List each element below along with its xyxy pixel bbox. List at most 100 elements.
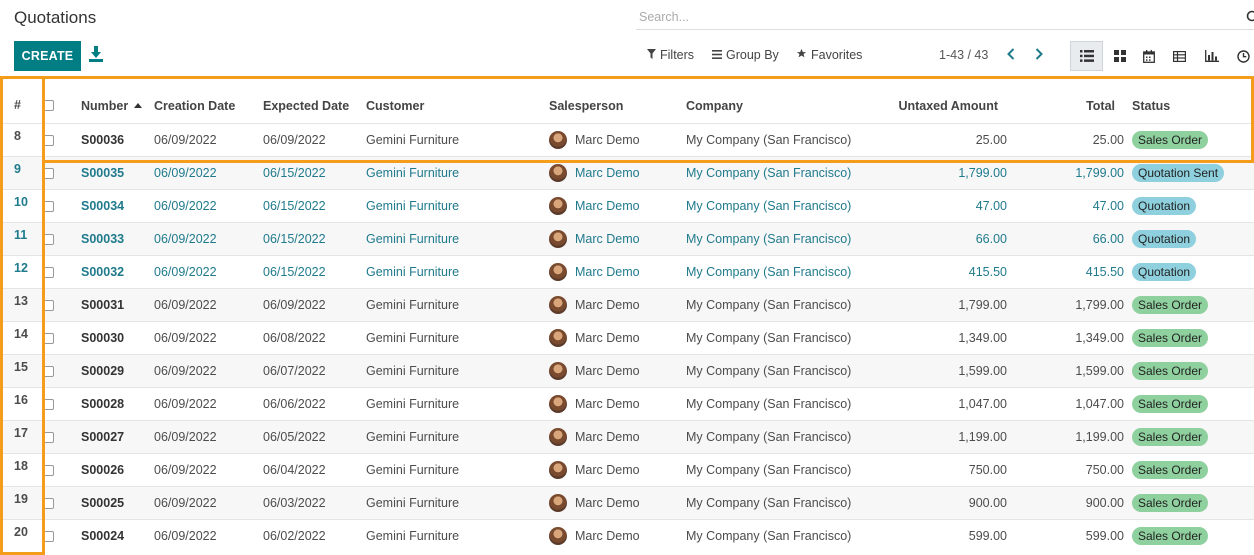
status-badge: Sales Order — [1132, 296, 1209, 314]
order-number: S00025 — [81, 496, 125, 510]
salesperson-cell: Marc Demo — [549, 487, 640, 519]
chevron-left-icon[interactable] — [1005, 46, 1019, 64]
table-row[interactable]: 12 S00032 06/09/2022 06/15/2022 Gemini Furni… — [0, 255, 1254, 288]
table-row[interactable]: 13 S00031 06/09/2022 06/09/2022 Gemini Furni… — [0, 288, 1254, 321]
row-checkbox[interactable] — [43, 487, 54, 519]
expected-date-header[interactable]: Expected Date — [263, 88, 349, 123]
row-checkbox[interactable] — [43, 190, 54, 222]
untaxed-amount: 1,349.00 — [958, 331, 1007, 345]
row-checkbox[interactable] — [43, 289, 54, 321]
creation-date: 06/09/2022 — [154, 397, 217, 411]
avatar — [549, 428, 567, 446]
creation-date: 06/09/2022 — [154, 430, 217, 444]
calendar-view-icon[interactable] — [1132, 41, 1165, 71]
control-panel: Quotations CREATE Filters Group By Favor… — [0, 0, 1254, 80]
status-badge: Sales Order — [1132, 461, 1209, 479]
group-by-label: Group By — [726, 48, 779, 62]
pager-value[interactable]: 1-43 / 43 — [939, 48, 988, 62]
table-row[interactable]: 11 S00033 06/09/2022 06/15/2022 Gemini Furni… — [0, 222, 1254, 255]
number-header[interactable]: Number — [81, 88, 143, 123]
group-by-button[interactable]: Group By — [712, 48, 779, 62]
table-row[interactable]: 16 S00028 06/09/2022 06/06/2022 Gemini Furni… — [0, 387, 1254, 420]
customer-name: Gemini Furniture — [366, 430, 460, 444]
company-header[interactable]: Company — [686, 88, 743, 123]
order-number: S00024 — [81, 529, 125, 543]
table-row[interactable]: 15 S00029 06/09/2022 06/07/2022 Gemini Furni… — [0, 354, 1254, 387]
company-name: My Company (San Francisco) — [686, 463, 852, 477]
favorites-button[interactable]: Favorites — [796, 48, 862, 62]
row-checkbox[interactable] — [43, 388, 54, 420]
total-amount: 66.00 — [1092, 232, 1124, 246]
select-all-checkbox[interactable] — [43, 88, 54, 123]
download-icon[interactable] — [88, 45, 106, 65]
row-checkbox[interactable] — [43, 454, 54, 486]
table-row[interactable]: 17 S00027 06/09/2022 06/05/2022 Gemini Furni… — [0, 420, 1254, 453]
status-header[interactable]: Status — [1132, 88, 1170, 123]
total-header[interactable]: Total — [1020, 88, 1115, 123]
customer-name: Gemini Furniture — [366, 166, 460, 180]
company-name: My Company (San Francisco) — [686, 166, 852, 180]
table-row[interactable]: 18 S00026 06/09/2022 06/04/2022 Gemini Furni… — [0, 453, 1254, 486]
table-row[interactable]: 8 S00036 06/09/2022 06/09/2022 Gemini Furnit… — [0, 123, 1254, 156]
avatar — [549, 362, 567, 380]
table-row[interactable]: 10 S00034 06/09/2022 06/15/2022 Gemini Furni… — [0, 189, 1254, 222]
salesperson-name: Marc Demo — [575, 199, 640, 213]
creation-date-header[interactable]: Creation Date — [154, 88, 235, 123]
row-checkbox[interactable] — [43, 157, 54, 189]
table-header: # Number Creation Date Expected Date Cus… — [0, 88, 1254, 123]
creation-date: 06/09/2022 — [154, 298, 217, 312]
row-checkbox[interactable] — [43, 223, 54, 255]
salesperson-cell: Marc Demo — [549, 124, 640, 156]
customer-name: Gemini Furniture — [366, 397, 460, 411]
avatar — [549, 494, 567, 512]
pivot-view-icon[interactable] — [1163, 41, 1196, 71]
sort-ascending-icon — [134, 103, 143, 108]
row-index: 9 — [14, 162, 21, 176]
table-row[interactable]: 9 S00035 06/09/2022 06/15/2022 Gemini Furnit… — [0, 156, 1254, 189]
salesperson-header[interactable]: Salesperson — [549, 88, 623, 123]
salesperson-cell: Marc Demo — [549, 355, 640, 387]
creation-date: 06/09/2022 — [154, 265, 217, 279]
search-input[interactable] — [636, 6, 1216, 28]
row-checkbox[interactable] — [43, 256, 54, 288]
chevron-right-icon[interactable] — [1033, 46, 1047, 64]
status-badge: Quotation Sent — [1132, 164, 1225, 182]
row-checkbox[interactable] — [43, 322, 54, 354]
total-amount: 1,799.00 — [1075, 298, 1124, 312]
untaxed-amount: 25.00 — [975, 133, 1007, 147]
untaxed-amount-header[interactable]: Untaxed Amount — [870, 88, 998, 123]
company-name: My Company (San Francisco) — [686, 430, 852, 444]
table-row[interactable]: 20 S00024 06/09/2022 06/02/2022 Gemini Furni… — [0, 519, 1254, 552]
creation-date: 06/09/2022 — [154, 232, 217, 246]
search-bar — [636, 6, 1254, 30]
untaxed-amount: 900.00 — [968, 496, 1007, 510]
order-number: S00032 — [81, 265, 125, 279]
activity-view-icon[interactable] — [1227, 41, 1254, 71]
row-checkbox[interactable] — [43, 355, 54, 387]
salesperson-cell: Marc Demo — [549, 322, 640, 354]
creation-date: 06/09/2022 — [154, 166, 217, 180]
filter-icon — [647, 48, 656, 62]
status-badge: Quotation — [1132, 230, 1197, 248]
row-checkbox[interactable] — [43, 520, 54, 552]
filters-button[interactable]: Filters — [647, 48, 694, 62]
row-checkbox[interactable] — [43, 124, 54, 156]
search-icon[interactable] — [1246, 10, 1254, 24]
avatar — [549, 197, 567, 215]
expected-date: 06/15/2022 — [263, 199, 326, 213]
status-cell: Sales Order — [1132, 520, 1209, 552]
company-name: My Company (San Francisco) — [686, 331, 852, 345]
salesperson-name: Marc Demo — [575, 298, 640, 312]
create-button[interactable]: CREATE — [14, 41, 81, 71]
table-row[interactable]: 14 S00030 06/09/2022 06/08/2022 Gemini Furni… — [0, 321, 1254, 354]
salesperson-cell: Marc Demo — [549, 157, 640, 189]
status-cell: Sales Order — [1132, 388, 1209, 420]
order-number: S00030 — [81, 331, 125, 345]
graph-view-icon[interactable] — [1195, 41, 1228, 71]
list-view-icon[interactable] — [1070, 41, 1103, 71]
row-checkbox[interactable] — [43, 421, 54, 453]
avatar — [549, 461, 567, 479]
table-row[interactable]: 19 S00025 06/09/2022 06/03/2022 Gemini Furni… — [0, 486, 1254, 519]
row-index: 20 — [14, 525, 28, 539]
customer-header[interactable]: Customer — [366, 88, 424, 123]
